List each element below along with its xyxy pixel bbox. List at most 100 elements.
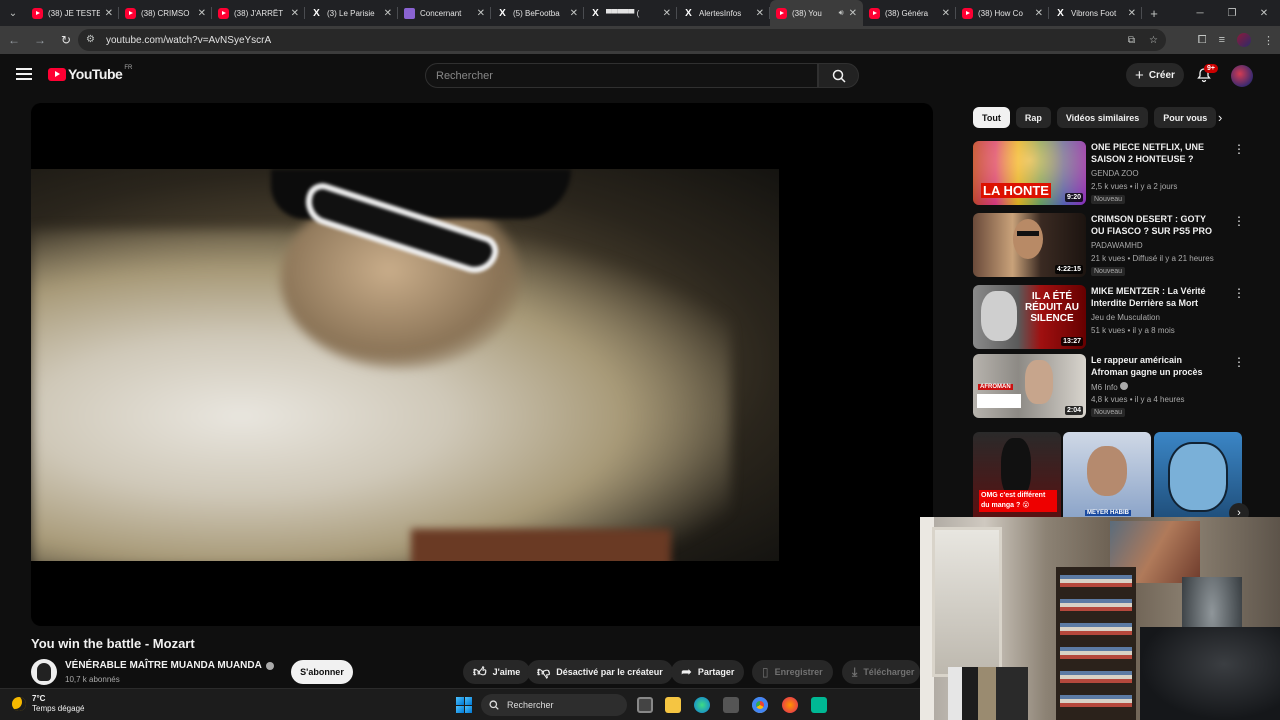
- file-explorer-icon[interactable]: [665, 697, 681, 713]
- close-tab-icon[interactable]: ✕: [105, 8, 113, 19]
- browser-tab[interactable]: (38) Généra ✕: [863, 0, 956, 26]
- related-video[interactable]: 4:22:15 CRIMSON DESERT : GOTY OU FIASCO …: [973, 213, 1225, 277]
- related-channel[interactable]: M6 Info: [1091, 383, 1118, 392]
- country-code: FR: [124, 65, 133, 71]
- chevron-right-icon[interactable]: ›: [1218, 110, 1222, 125]
- video-player[interactable]: [31, 103, 933, 626]
- close-tab-icon[interactable]: ✕: [942, 8, 950, 19]
- browser-tab[interactable]: X (5) BeFootba ✕: [491, 0, 584, 26]
- browser-tab[interactable]: X (3) Le Parisie ✕: [305, 0, 398, 26]
- close-tab-icon[interactable]: ✕: [198, 8, 206, 19]
- channel-avatar[interactable]: [31, 659, 57, 685]
- search-input[interactable]: Rechercher: [425, 63, 818, 88]
- profile-avatar[interactable]: [1237, 33, 1251, 47]
- new-tab-button[interactable]: +: [1142, 6, 1166, 21]
- task-view-icon[interactable]: [637, 697, 653, 713]
- forward-button[interactable]: →: [28, 28, 52, 52]
- browser-menu-icon[interactable]: ⋮: [1263, 34, 1274, 47]
- related-title[interactable]: ONE PIECE NETFLIX, UNE SAISON 2 HONTEUSE…: [1091, 141, 1215, 165]
- browser-tab[interactable]: (38) J'ARRÊT ✕: [212, 0, 305, 26]
- video-thumbnail[interactable]: LA HONTE 9:20: [973, 141, 1086, 205]
- related-channel[interactable]: Jeu de Musculation: [1091, 313, 1160, 322]
- youtube-play-icon: [48, 67, 66, 81]
- close-tab-icon[interactable]: ✕: [663, 8, 671, 19]
- firefox-icon[interactable]: [782, 697, 798, 713]
- close-tab-icon[interactable]: ✕: [477, 8, 485, 19]
- short-thumbnail[interactable]: MEYER HABIB: [1063, 432, 1151, 520]
- youtube-logo[interactable]: YouTube FR: [48, 65, 133, 82]
- related-channel[interactable]: GENDA ZOO: [1091, 169, 1139, 178]
- close-tab-icon[interactable]: ✕: [1128, 8, 1136, 19]
- related-channel-row[interactable]: M6 Info: [1091, 382, 1128, 392]
- chip-all[interactable]: Tout: [973, 107, 1010, 128]
- browser-tab[interactable]: (38) CRIMSO ✕: [119, 0, 212, 26]
- app-icon[interactable]: [811, 697, 827, 713]
- create-button[interactable]: + Créer: [1126, 63, 1184, 87]
- x-icon: X: [685, 7, 692, 19]
- subscribe-button[interactable]: S'abonner: [291, 660, 353, 684]
- close-tab-icon[interactable]: ✕: [1035, 8, 1043, 19]
- weather-widget[interactable]: 7°C Temps dégagé: [12, 694, 84, 714]
- site-info-icon[interactable]: ⚙: [86, 34, 98, 46]
- browser-tab[interactable]: X Vibrons Foot ✕: [1049, 0, 1142, 26]
- maximize-button[interactable]: ❐: [1216, 0, 1248, 26]
- channel-name[interactable]: VÉNÉRABLE MAÎTRE MUANDA MUANDA: [65, 660, 262, 671]
- dislike-button[interactable]: 👎︎ Désactivé par le créateur: [527, 660, 673, 684]
- video-thumbnail[interactable]: IL A ÉTÉ RÉDUIT AU SILENCE 13:27: [973, 285, 1086, 349]
- short-thumbnail[interactable]: OMG c'est différent du manga ? 😮: [973, 432, 1061, 520]
- reload-button[interactable]: ↻: [54, 28, 78, 52]
- close-tab-icon[interactable]: ✕: [849, 8, 857, 19]
- minimize-button[interactable]: ─: [1184, 0, 1216, 26]
- close-tab-icon[interactable]: ✕: [570, 8, 578, 19]
- related-video[interactable]: IL A ÉTÉ RÉDUIT AU SILENCE 13:27 MIKE ME…: [973, 285, 1225, 349]
- menu-icon[interactable]: [16, 68, 32, 80]
- more-options-icon[interactable]: ⋮: [1233, 287, 1245, 299]
- related-video[interactable]: AFROMAN 2:04 Le rappeur américain Afroma…: [973, 354, 1225, 418]
- tab-search-icon[interactable]: ⌄: [0, 0, 26, 26]
- taskbar-search[interactable]: Rechercher: [481, 694, 627, 716]
- channel-name-row[interactable]: VÉNÉRABLE MAÎTRE MUANDA MUANDA: [65, 660, 274, 671]
- download-button[interactable]: ⤓ Télécharger: [842, 660, 921, 684]
- video-thumbnail[interactable]: AFROMAN 2:04: [973, 354, 1086, 418]
- install-app-icon[interactable]: ⧉: [1128, 35, 1135, 46]
- video-thumbnail[interactable]: 4:22:15: [973, 213, 1086, 277]
- browser-tab[interactable]: (38) You 🔊︎ ✕: [770, 0, 863, 26]
- bookmark-star-icon[interactable]: ☆: [1149, 35, 1158, 46]
- extensions-icon[interactable]: ⧠: [1198, 34, 1207, 47]
- related-meta: 21 k vues • Diffusé il y a 21 heures: [1091, 254, 1214, 263]
- more-options-icon[interactable]: ⋮: [1233, 143, 1245, 155]
- close-tab-icon[interactable]: ✕: [384, 8, 392, 19]
- search-button[interactable]: [818, 63, 859, 88]
- related-title[interactable]: MIKE MENTZER : La Vérité Interdite Derri…: [1091, 285, 1215, 309]
- browser-tab[interactable]: X AlertesInfos ✕: [677, 0, 770, 26]
- related-title[interactable]: Le rappeur américain Afroman gagne un pr…: [1091, 354, 1215, 380]
- related-video[interactable]: LA HONTE 9:20 ONE PIECE NETFLIX, UNE SAI…: [973, 141, 1225, 205]
- chip-similar[interactable]: Vidéos similaires: [1056, 107, 1149, 128]
- account-avatar[interactable]: [1231, 65, 1253, 87]
- address-bar[interactable]: ⚙ youtube.com/watch?v=AvNSyeYscrA ⧉ ☆: [78, 29, 1166, 51]
- start-button-icon[interactable]: [456, 697, 472, 713]
- related-title[interactable]: CRIMSON DESERT : GOTY OU FIASCO ? SUR PS…: [1091, 213, 1215, 237]
- like-button[interactable]: 👍︎ J'aime: [463, 660, 531, 684]
- close-window-button[interactable]: ✕: [1248, 0, 1280, 26]
- save-button[interactable]: ▯ Enregistrer: [752, 660, 833, 684]
- chip-for-you[interactable]: Pour vous: [1154, 107, 1217, 128]
- share-button[interactable]: ➦ Partager: [671, 660, 745, 684]
- browser-tab[interactable]: (38) JE TESTE ✕: [26, 0, 119, 26]
- close-tab-icon[interactable]: ✕: [291, 8, 299, 19]
- back-button[interactable]: ←: [2, 28, 26, 52]
- media-control-icon[interactable]: ≡: [1219, 34, 1225, 46]
- audio-playing-icon[interactable]: 🔊︎: [839, 8, 844, 18]
- short-thumbnail[interactable]: [1154, 432, 1242, 520]
- browser-tab[interactable]: (38) How Co ✕: [956, 0, 1049, 26]
- chrome-icon[interactable]: [752, 697, 768, 713]
- related-channel[interactable]: PADAWAMHD: [1091, 241, 1143, 250]
- chip-rap[interactable]: Rap: [1015, 107, 1051, 128]
- more-options-icon[interactable]: ⋮: [1233, 356, 1245, 368]
- edge-icon[interactable]: [694, 697, 710, 713]
- close-tab-icon[interactable]: ✕: [756, 8, 764, 19]
- browser-tab[interactable]: X ▀▀▀▀▀ (✕: [584, 0, 677, 26]
- browser-tab[interactable]: Concernant ✕: [398, 0, 491, 26]
- store-icon[interactable]: [723, 697, 739, 713]
- more-options-icon[interactable]: ⋮: [1233, 215, 1245, 227]
